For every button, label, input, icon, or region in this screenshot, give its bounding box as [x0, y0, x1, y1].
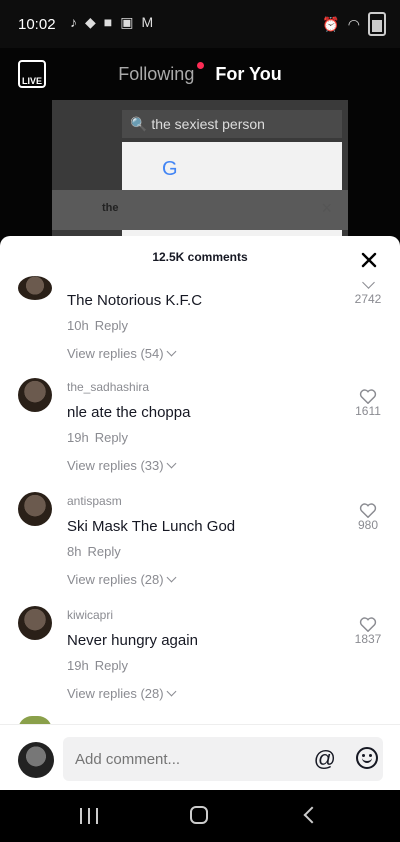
app-notification-icon: ◆	[85, 14, 96, 30]
video-search-text: the	[102, 202, 119, 214]
my-avatar	[18, 742, 54, 778]
heart-icon	[359, 503, 377, 518]
back-icon[interactable]	[303, 806, 321, 824]
comment-time: 19h	[67, 658, 89, 673]
close-icon	[361, 252, 377, 268]
like-count: 2742	[354, 292, 382, 306]
alarm-icon: ⏰	[322, 15, 340, 32]
comment-meta: 19h Reply	[67, 658, 128, 673]
tiktok-notification-icon: ♪	[70, 14, 77, 30]
android-nav-bar	[0, 790, 400, 842]
close-comments-button[interactable]	[358, 250, 380, 272]
commenter-avatar[interactable]	[18, 606, 52, 640]
tab-following[interactable]: Following	[118, 64, 194, 84]
comment-username[interactable]: antispasm	[67, 494, 122, 508]
view-replies-button[interactable]: View replies (54)	[67, 346, 177, 361]
like-button[interactable]: 2742	[348, 274, 388, 306]
feed-tabs: Following For You	[0, 64, 400, 85]
comment-text: nle ate the choppa	[67, 404, 191, 421]
comment-time: 10h	[67, 318, 89, 333]
heart-icon	[359, 389, 377, 404]
view-replies-label: View replies (28)	[67, 686, 164, 701]
chevron-down-icon	[166, 686, 177, 697]
chevron-down-icon	[166, 458, 177, 469]
comment-meta: 19h Reply	[67, 430, 128, 445]
video-search-row: the ×	[52, 190, 348, 230]
like-button[interactable]: 1837	[348, 616, 388, 646]
reply-button[interactable]: Reply	[95, 430, 128, 445]
system-icons: ⏰ ◠	[322, 12, 386, 36]
comments-count: 12.5K comments	[152, 250, 248, 264]
emoji-icon[interactable]	[356, 747, 378, 769]
like-count: 980	[357, 518, 379, 532]
commenter-avatar[interactable]	[18, 276, 52, 300]
like-button[interactable]: 980	[348, 502, 388, 532]
mention-button[interactable]: @	[314, 747, 336, 771]
wifi-icon: ◠	[347, 15, 360, 32]
heart-icon	[359, 617, 377, 632]
comment-meta: 10h Reply	[67, 318, 128, 333]
lock-icon: 🔍	[130, 116, 152, 132]
comment-username[interactable]: the_sadhashira	[67, 380, 149, 394]
video-notification-icon: ■	[103, 14, 113, 30]
home-icon[interactable]	[190, 806, 208, 824]
commenter-avatar[interactable]	[18, 492, 52, 526]
comment-time: 19h	[67, 430, 89, 445]
view-replies-label: View replies (33)	[67, 458, 164, 473]
notification-icons: ♪ ◆ ■ ▣ M	[70, 14, 153, 31]
video-browser-screenshot: 🔍 the sexiest person G the ×	[52, 100, 348, 240]
reply-button[interactable]: Reply	[95, 318, 128, 333]
chat-notification-icon: ▣	[120, 14, 134, 30]
comment-username[interactable]: kiwicapri	[67, 608, 113, 622]
comment-text: Never hungry again	[67, 632, 198, 649]
like-button[interactable]: 1611	[348, 388, 388, 418]
chevron-down-icon	[166, 346, 177, 357]
close-icon: ×	[321, 198, 332, 218]
view-replies-label: View replies (54)	[67, 346, 164, 361]
google-logo-icon: G	[162, 158, 178, 180]
comment-meta: 8h Reply	[67, 544, 121, 559]
tab-for-you[interactable]: For You	[215, 64, 281, 84]
video-address-bar: 🔍 the sexiest person	[122, 110, 342, 138]
video-address-text: the sexiest person	[151, 116, 265, 132]
chevron-down-icon	[361, 276, 375, 289]
view-replies-button[interactable]: View replies (33)	[67, 458, 177, 473]
like-count: 1611	[355, 404, 381, 418]
gmail-notification-icon: M	[141, 14, 154, 30]
view-replies-button[interactable]: View replies (28)	[67, 686, 177, 701]
reply-button[interactable]: Reply	[87, 544, 120, 559]
like-count: 1837	[354, 632, 382, 646]
status-time: 10:02	[18, 16, 56, 33]
commenter-avatar[interactable]	[18, 378, 52, 412]
add-comment-bar: @	[0, 724, 400, 791]
chevron-down-icon	[166, 572, 177, 583]
view-replies-label: View replies (28)	[67, 572, 164, 587]
view-replies-button[interactable]: View replies (28)	[67, 572, 177, 587]
comments-panel: 12.5K comments The Notorious K.F.C 10h Re…	[0, 236, 400, 789]
comment-text: Ski Mask The Lunch God	[67, 518, 236, 535]
status-bar: 10:02 ♪ ◆ ■ ▣ M ⏰ ◠	[0, 0, 400, 48]
recents-icon[interactable]	[80, 808, 98, 824]
battery-icon	[368, 12, 386, 36]
comment-time: 8h	[67, 544, 82, 559]
reply-button[interactable]: Reply	[95, 658, 128, 673]
comment-text: The Notorious K.F.C	[67, 292, 203, 309]
